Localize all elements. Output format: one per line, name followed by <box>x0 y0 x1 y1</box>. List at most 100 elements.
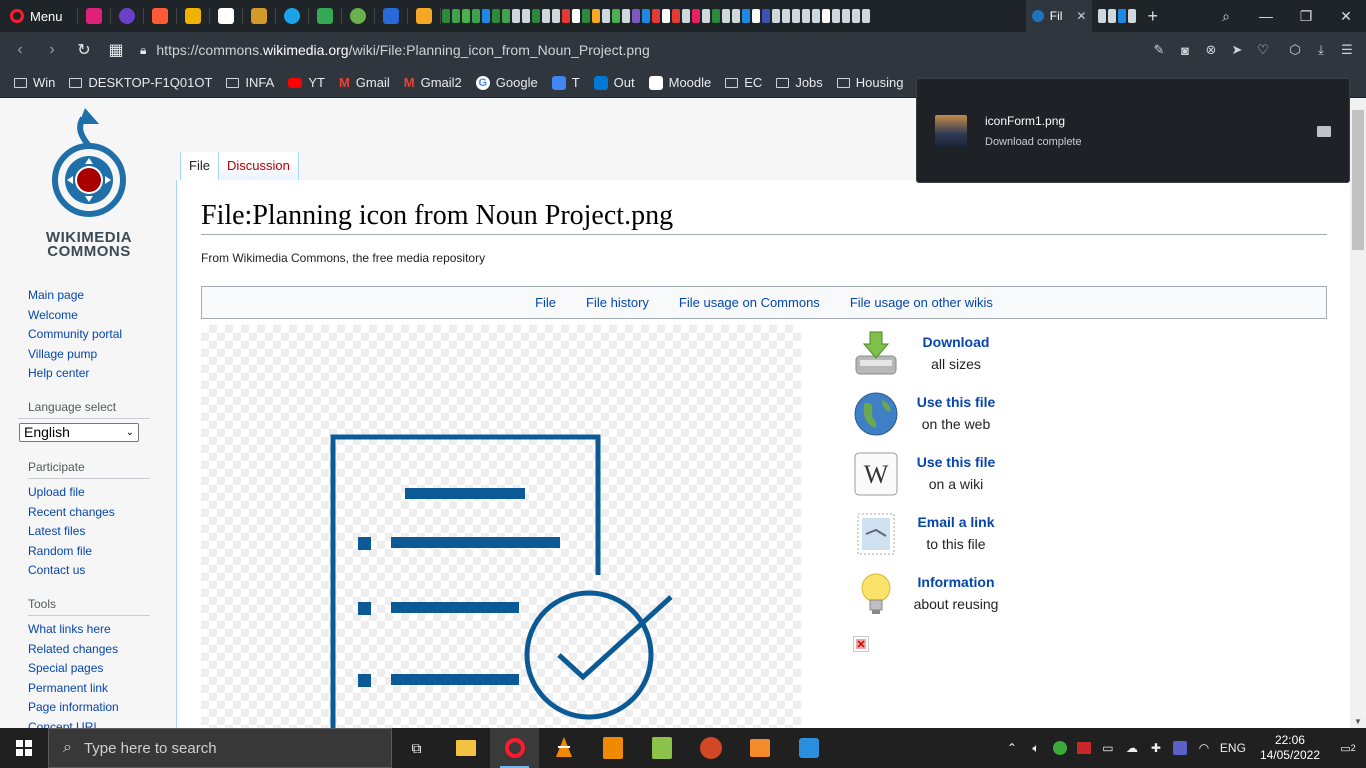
new-tab-button[interactable]: + <box>1147 6 1158 27</box>
sidebar-item-main-page[interactable]: Main page <box>0 286 176 306</box>
download-filename[interactable]: iconForm1.png <box>985 114 1082 128</box>
sidebar-item-what-links-here[interactable]: What links here <box>0 620 176 640</box>
search-tabs-icon[interactable]: ⌕ <box>1206 0 1246 32</box>
action-title[interactable]: Email a link <box>906 514 1006 530</box>
opera-app[interactable] <box>490 728 539 768</box>
action-use-wiki[interactable]: W Use this file on a wiki <box>850 450 1010 510</box>
file-preview-image[interactable] <box>201 325 801 728</box>
block-ads-icon[interactable]: ⊗ <box>1198 32 1224 68</box>
tab-favicon-icon[interactable] <box>250 8 267 24</box>
sidebar-item-contact-us[interactable]: Contact us <box>0 561 176 581</box>
bookmark-ec[interactable]: EC <box>725 75 762 90</box>
easy-setup-icon[interactable]: ☰ <box>1334 32 1360 68</box>
task-view-button[interactable]: ⧉ <box>392 728 441 768</box>
sidebar-item-permanent-link[interactable]: Permanent link <box>0 679 176 699</box>
send-icon[interactable]: ➤ <box>1224 32 1250 68</box>
cube-icon[interactable]: ⬡ <box>1282 32 1308 68</box>
bookmark-outlook[interactable]: Out <box>593 75 635 90</box>
bookmark-moodle[interactable]: Moodle <box>648 75 711 90</box>
bookmark-gmail[interactable]: M Gmail <box>339 75 390 90</box>
notepadpp-app[interactable] <box>637 728 686 768</box>
tab-favicon-icon[interactable] <box>382 8 399 24</box>
edit-icon[interactable]: ✎ <box>1146 32 1172 68</box>
bookmark-gmail2[interactable]: M Gmail2 <box>404 75 462 90</box>
powerpoint-app[interactable] <box>686 728 735 768</box>
input-language[interactable]: ENG <box>1216 728 1250 768</box>
volume-icon[interactable]: 🔈︎ <box>1024 728 1048 768</box>
action-title[interactable]: Use this file <box>906 394 1006 410</box>
teams-icon[interactable] <box>1168 728 1192 768</box>
close-window-button[interactable]: ✕ <box>1326 0 1366 32</box>
sidebar-item-special-pages[interactable]: Special pages <box>0 659 176 679</box>
restore-button[interactable]: ❐ <box>1286 0 1326 32</box>
security-check-icon[interactable] <box>1048 728 1072 768</box>
photos-icon[interactable] <box>316 8 333 24</box>
sidebar-item-welcome[interactable]: Welcome <box>0 306 176 326</box>
reload-button[interactable]: ↻ <box>68 32 100 68</box>
speed-dial-icon[interactable]: ▦ <box>100 32 132 68</box>
sidebar-item-page-information[interactable]: Page information <box>0 698 176 718</box>
heart-icon[interactable]: ♡ <box>1250 32 1276 68</box>
sidebar-item-concept-uri[interactable]: Concept URI <box>0 718 176 728</box>
amazon-icon[interactable] <box>217 8 234 24</box>
open-folder-icon[interactable] <box>1317 126 1331 137</box>
action-information[interactable]: Information about reusing <box>850 570 1010 630</box>
sidebar-item-latest-files[interactable]: Latest files <box>0 522 176 542</box>
video-editor-app[interactable] <box>735 728 784 768</box>
toc-file-history-link[interactable]: File history <box>586 295 649 310</box>
language-select[interactable]: English ⌄ <box>19 422 139 442</box>
start-button[interactable] <box>0 728 48 768</box>
tab-favicon-icon[interactable] <box>283 8 300 24</box>
tab-favicon-icon[interactable] <box>349 8 366 24</box>
action-title[interactable]: Information <box>906 574 1006 590</box>
scroll-down-arrow-icon[interactable]: ▼ <box>1354 717 1362 726</box>
opera-menu-button[interactable]: Menu <box>0 0 77 32</box>
page-scrollbar[interactable]: ▼ <box>1350 98 1366 728</box>
download-thumbnail[interactable] <box>935 114 967 147</box>
foxit-pdf-app[interactable] <box>588 728 637 768</box>
action-title[interactable]: Download <box>906 334 1006 350</box>
taskbar-search[interactable]: ⌕ Type here to search <box>48 728 392 768</box>
chevron-up-icon[interactable]: ⌃ <box>1000 728 1024 768</box>
forward-button[interactable]: › <box>36 32 68 68</box>
onedrive-icon[interactable]: ☁ <box>1120 728 1144 768</box>
bookmark-translate[interactable]: T <box>551 75 580 90</box>
active-tab[interactable]: Fil ✕ <box>1025 0 1093 32</box>
vscode-app[interactable] <box>784 728 833 768</box>
bookmark-win[interactable]: Win <box>14 75 55 90</box>
file-explorer-app[interactable] <box>441 728 490 768</box>
bookmark-jobs[interactable]: Jobs <box>776 75 823 90</box>
sidebar-item-related-changes[interactable]: Related changes <box>0 640 176 660</box>
action-email-link[interactable]: Email a link to this file <box>850 510 1010 570</box>
camera-icon[interactable]: ◙ <box>1172 32 1198 68</box>
system-clock[interactable]: 22:06 14/05/2022 <box>1250 733 1330 763</box>
notifications-button[interactable]: ▭ 2 <box>1330 728 1366 768</box>
action-use-web[interactable]: Use this file on the web <box>850 390 1010 450</box>
battery-icon[interactable]: ▭ <box>1096 728 1120 768</box>
tab-file[interactable]: File <box>180 152 219 180</box>
tab-favicon-icon[interactable] <box>118 8 135 24</box>
scrollbar-thumb[interactable] <box>1352 110 1364 250</box>
toc-file-usage-commons-link[interactable]: File usage on Commons <box>679 295 820 310</box>
tab-favicon-icon[interactable] <box>184 8 201 24</box>
sidebar-item-random-file[interactable]: Random file <box>0 542 176 562</box>
sidebar-item-village-pump[interactable]: Village pump <box>0 345 176 365</box>
vpn-icon[interactable] <box>1072 728 1096 768</box>
toc-file-usage-other-wikis-link[interactable]: File usage on other wikis <box>850 295 993 310</box>
action-download[interactable]: Download all sizes <box>850 330 1010 390</box>
tab-discussion[interactable]: Discussion <box>218 152 299 180</box>
shield-icon[interactable]: ✚ <box>1144 728 1168 768</box>
tab-favicon-icon[interactable] <box>415 8 432 24</box>
url-field[interactable]: 🔒︎ https://commons.wikimedia.org/wiki/Fi… <box>132 42 1146 58</box>
wifi-icon[interactable]: ◠ <box>1192 728 1216 768</box>
bookmark-yt[interactable]: YT <box>288 75 325 90</box>
bookmark-housing[interactable]: Housing <box>836 75 903 90</box>
close-tab-icon[interactable]: ✕ <box>1076 9 1086 23</box>
sidebar-item-recent-changes[interactable]: Recent changes <box>0 503 176 523</box>
tab-favicon-icon[interactable] <box>85 8 102 24</box>
bookmark-desktop[interactable]: DESKTOP-F1Q01OT <box>69 75 212 90</box>
back-button[interactable]: ‹ <box>4 32 36 68</box>
vlc-app[interactable] <box>539 728 588 768</box>
downloads-icon[interactable]: ⤓ <box>1308 32 1334 68</box>
wikimedia-commons-logo[interactable]: WIKIMEDIA COMMONS <box>30 106 148 259</box>
